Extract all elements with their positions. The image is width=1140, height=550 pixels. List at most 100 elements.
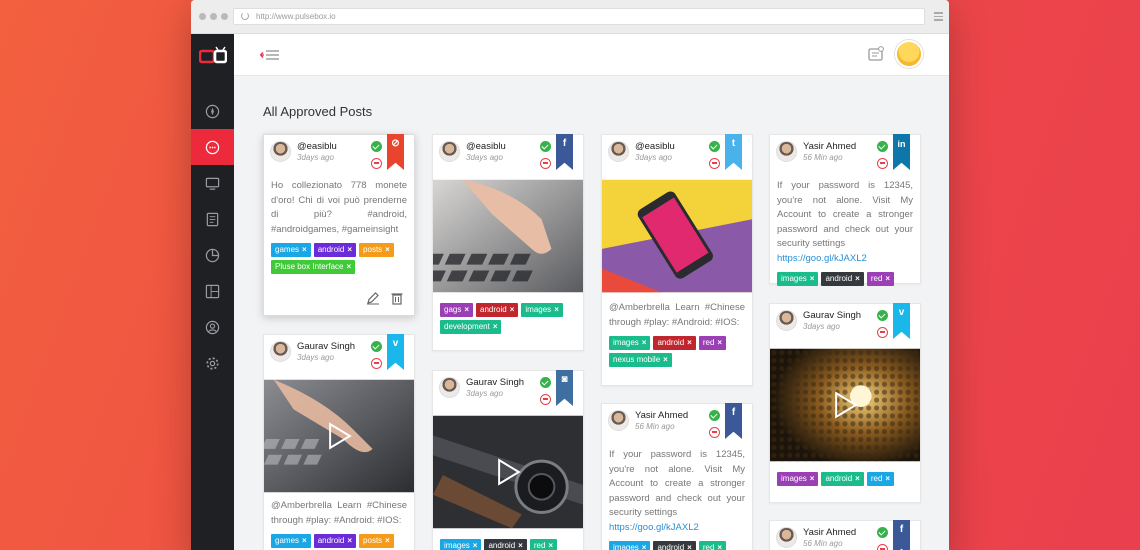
remove-tag-icon[interactable]: ×: [642, 338, 647, 347]
address-bar[interactable]: http://www.pulsebox.io: [233, 8, 925, 25]
approve-icon[interactable]: [877, 527, 888, 538]
remove-tag-icon[interactable]: ×: [347, 245, 352, 254]
remove-tag-icon[interactable]: ×: [554, 305, 559, 314]
sidebar-item-posts[interactable]: [191, 129, 234, 165]
reject-icon[interactable]: [371, 158, 382, 169]
tag-chip[interactable]: games ×: [271, 534, 311, 548]
remove-tag-icon[interactable]: ×: [855, 474, 860, 483]
tag-chip[interactable]: red ×: [529, 539, 558, 550]
remove-tag-icon[interactable]: ×: [810, 474, 815, 483]
sidebar-item-profile[interactable]: [191, 309, 234, 345]
post-video-thumbnail[interactable]: [770, 348, 920, 462]
remove-tag-icon[interactable]: ×: [855, 274, 860, 283]
tag-chip[interactable]: images ×: [777, 472, 819, 486]
trash-icon[interactable]: [390, 291, 404, 305]
remove-tag-icon[interactable]: ×: [493, 322, 498, 331]
reload-icon[interactable]: [241, 12, 249, 20]
remove-tag-icon[interactable]: ×: [464, 305, 469, 314]
approve-icon[interactable]: [709, 410, 720, 421]
approve-icon[interactable]: [877, 310, 888, 321]
tag-chip[interactable]: android ×: [821, 472, 864, 486]
remove-tag-icon[interactable]: ×: [717, 338, 722, 347]
tag-chip[interactable]: images ×: [777, 272, 819, 286]
remove-tag-icon[interactable]: ×: [687, 338, 692, 347]
user-avatar[interactable]: [895, 40, 923, 68]
tag-chip[interactable]: red ×: [866, 272, 895, 286]
tag-chip[interactable]: android ×: [476, 303, 519, 317]
window-dot[interactable]: [221, 13, 228, 20]
sidebar-item-documents[interactable]: [191, 201, 234, 237]
reject-icon[interactable]: [540, 394, 551, 405]
post-video-thumbnail[interactable]: [264, 379, 414, 493]
tag-chip[interactable]: android ×: [313, 243, 357, 257]
approve-icon[interactable]: [540, 377, 551, 388]
browser-menu-icon[interactable]: [934, 12, 943, 23]
reject-icon[interactable]: [877, 158, 888, 169]
tag-chip[interactable]: android ×: [653, 336, 696, 350]
sidebar-item-monitor[interactable]: [191, 165, 234, 201]
post-link[interactable]: https://goo.gl/kJAXL2: [777, 253, 867, 264]
post-card[interactable]: @easiblu 3days ago f gags × android × images…: [432, 134, 584, 351]
post-card[interactable]: @easiblu 3days ago t @Amberbrella Learn …: [601, 134, 753, 386]
reject-icon[interactable]: [540, 158, 551, 169]
remove-tag-icon[interactable]: ×: [885, 474, 890, 483]
sidebar-item-explore[interactable]: [191, 93, 234, 129]
tag-chip[interactable]: red ×: [698, 336, 727, 350]
tag-chip[interactable]: android ×: [653, 541, 696, 550]
remove-tag-icon[interactable]: ×: [810, 274, 815, 283]
tag-chip[interactable]: development ×: [440, 320, 502, 334]
post-image[interactable]: [602, 179, 752, 293]
post-link[interactable]: https://goo.gl/kJAXL2: [609, 522, 699, 533]
window-dot[interactable]: [210, 13, 217, 20]
approve-icon[interactable]: [371, 141, 382, 152]
post-card[interactable]: Gaurav Singh 3days ago v @Amberbrella Le…: [263, 334, 415, 550]
remove-tag-icon[interactable]: ×: [687, 543, 692, 550]
post-card[interactable]: Yasir Ahmed 56 Min ago f If your passwor…: [601, 403, 753, 550]
remove-tag-icon[interactable]: ×: [663, 355, 668, 364]
remove-tag-icon[interactable]: ×: [302, 536, 307, 545]
approve-icon[interactable]: [540, 141, 551, 152]
post-card[interactable]: Gaurav Singh 3days ago v images × android ×…: [769, 303, 921, 503]
remove-tag-icon[interactable]: ×: [302, 245, 307, 254]
post-card[interactable]: Yasir Ahmed 56 Min ago in If your passwo…: [769, 134, 921, 286]
tag-chip[interactable]: games ×: [271, 243, 311, 257]
tag-chip[interactable]: images ×: [609, 336, 651, 350]
reject-icon[interactable]: [371, 358, 382, 369]
notification-icon[interactable]: [867, 45, 885, 63]
post-card[interactable]: Yasir Ahmed 56 Min ago f: [769, 520, 921, 550]
tag-chip[interactable]: posts ×: [359, 534, 394, 548]
tag-chip[interactable]: Pluse box Interface ×: [271, 260, 356, 274]
reject-icon[interactable]: [877, 544, 888, 550]
remove-tag-icon[interactable]: ×: [642, 543, 647, 550]
collapse-menu-icon[interactable]: [260, 49, 280, 61]
remove-tag-icon[interactable]: ×: [346, 262, 351, 271]
window-dot[interactable]: [199, 13, 206, 20]
sidebar-item-analytics[interactable]: [191, 237, 234, 273]
remove-tag-icon[interactable]: ×: [885, 274, 890, 283]
tag-chip[interactable]: images ×: [609, 541, 651, 550]
approve-icon[interactable]: [877, 141, 888, 152]
approve-icon[interactable]: [371, 341, 382, 352]
approve-icon[interactable]: [709, 141, 720, 152]
tag-chip[interactable]: android ×: [484, 539, 527, 550]
tag-chip[interactable]: red ×: [698, 541, 727, 550]
remove-tag-icon[interactable]: ×: [473, 541, 478, 550]
remove-tag-icon[interactable]: ×: [347, 536, 352, 545]
tag-chip[interactable]: nexus mobile ×: [609, 353, 672, 367]
sidebar-item-settings[interactable]: [191, 345, 234, 381]
tag-chip[interactable]: images ×: [521, 303, 563, 317]
remove-tag-icon[interactable]: ×: [518, 541, 523, 550]
tag-chip[interactable]: android ×: [313, 534, 357, 548]
reject-icon[interactable]: [709, 158, 720, 169]
post-video-thumbnail[interactable]: [433, 415, 583, 529]
remove-tag-icon[interactable]: ×: [548, 541, 553, 550]
remove-tag-icon[interactable]: ×: [717, 543, 722, 550]
reject-icon[interactable]: [709, 427, 720, 438]
remove-tag-icon[interactable]: ×: [510, 305, 515, 314]
remove-tag-icon[interactable]: ×: [385, 536, 390, 545]
tag-chip[interactable]: posts ×: [359, 243, 394, 257]
tag-chip[interactable]: red ×: [866, 472, 895, 486]
edit-icon[interactable]: [366, 291, 380, 305]
reject-icon[interactable]: [877, 327, 888, 338]
remove-tag-icon[interactable]: ×: [385, 245, 390, 254]
